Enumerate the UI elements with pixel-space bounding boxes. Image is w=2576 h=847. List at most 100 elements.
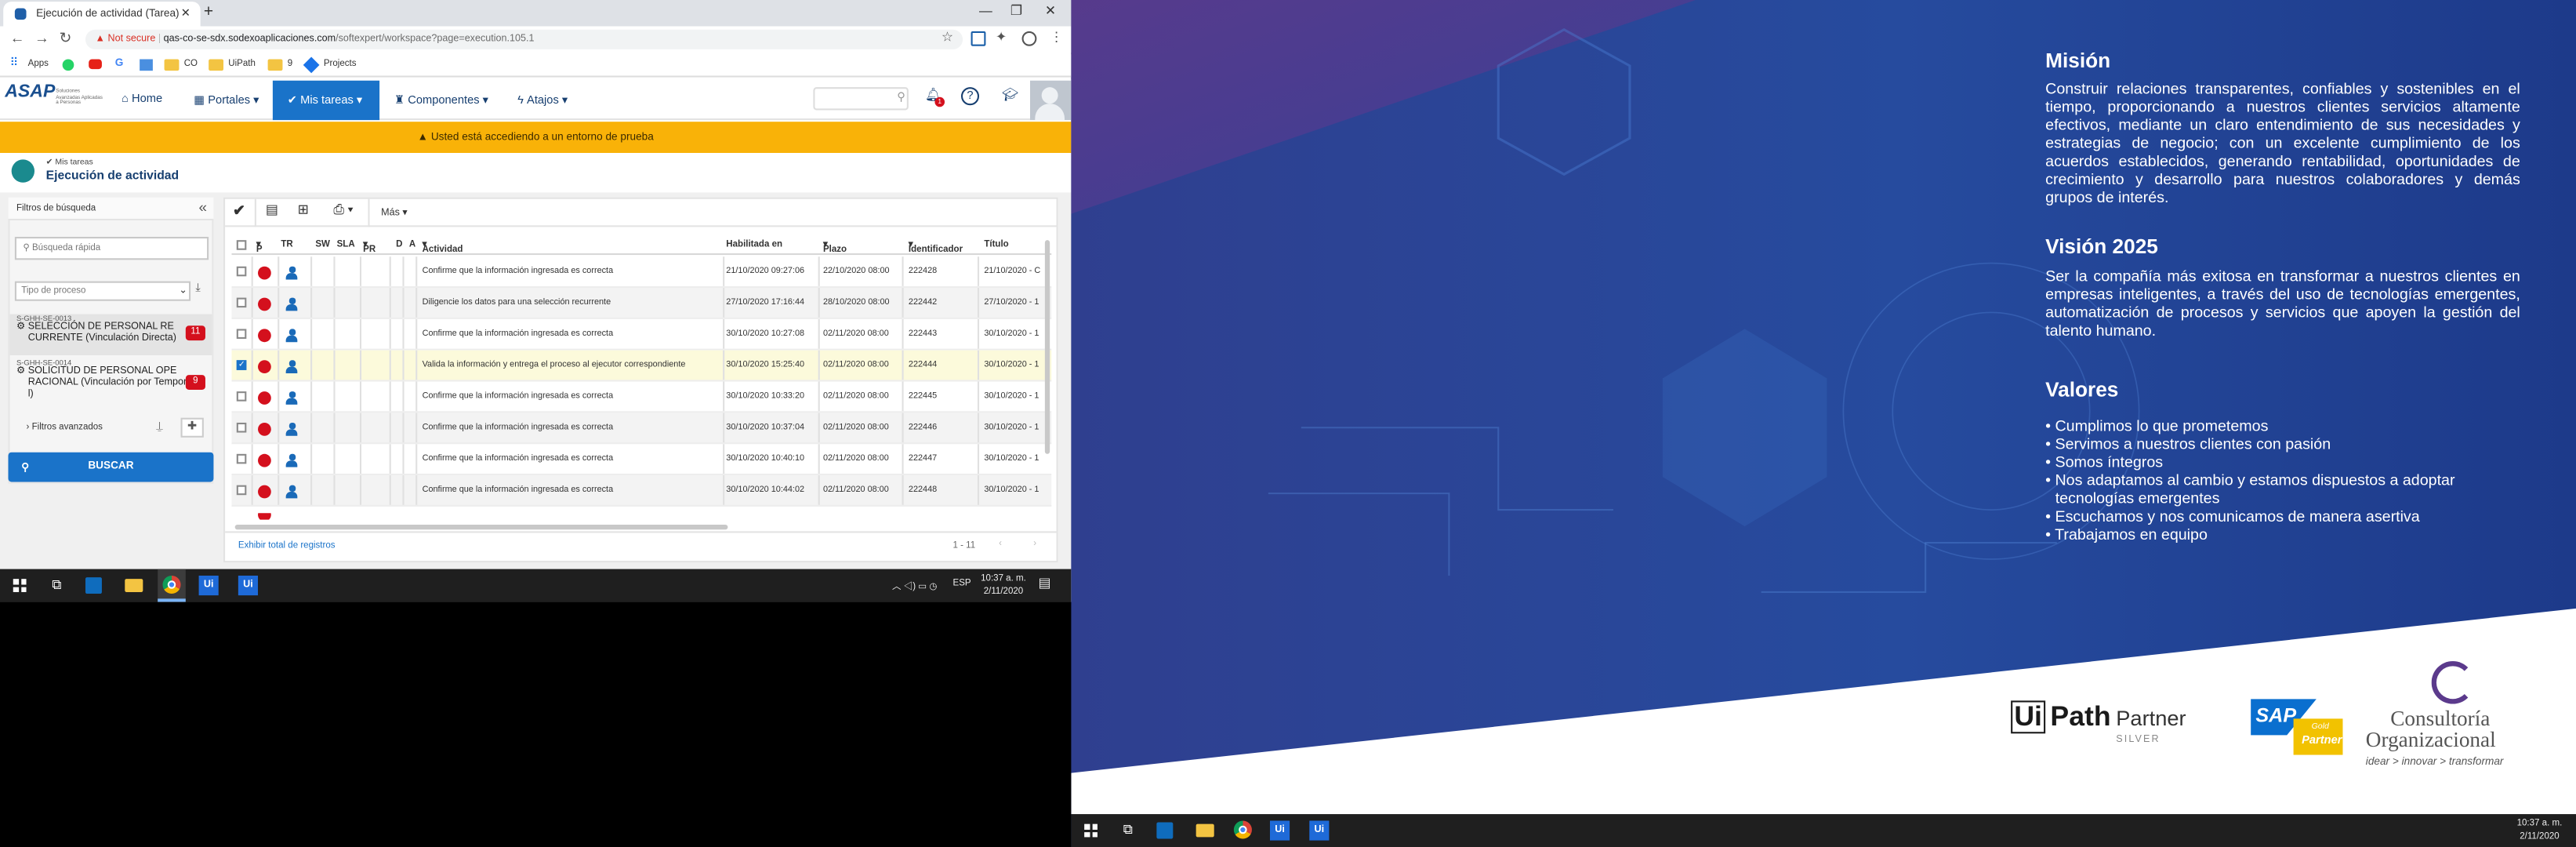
row-checkbox[interactable] [236,329,247,340]
row-checkbox[interactable] [236,453,247,464]
col-p[interactable]: P ▾ [256,240,263,255]
table-row[interactable]: Confirme que la información ingresada es… [231,475,1052,507]
extensions-puzzle-icon[interactable]: ✦ [996,30,1007,45]
vertical-scrollbar[interactable] [1044,240,1050,454]
bookmark-co[interactable]: CO [184,59,198,69]
row-checkbox[interactable] [236,485,247,496]
uipath-studio-icon[interactable]: Ui [195,569,223,602]
bookmark-projects[interactable]: Projects [324,59,357,69]
user-avatar[interactable] [1030,80,1072,121]
outlook-icon[interactable] [1152,814,1180,847]
menu-componentes[interactable]: ♜ Componentes ▾ [384,81,503,120]
close-tab-icon[interactable]: ✕ [181,6,190,20]
table-row[interactable]: Confirme que la información ingresada es… [231,318,1052,351]
bookmark-uipath[interactable]: UiPath [228,59,256,69]
outlook-icon[interactable] [81,569,109,602]
row-checkbox[interactable] [236,266,247,277]
menu-home[interactable]: ⌂ Home [108,81,177,120]
row-checkbox[interactable] [236,297,247,308]
bookmark-9[interactable]: 9 [288,59,292,69]
row-checkbox[interactable]: ✓ [236,360,247,370]
browser-menu-icon[interactable]: ⋮ [1050,30,1063,45]
back-icon[interactable]: ← [10,30,25,46]
forward-icon[interactable]: → [34,30,49,46]
new-tab-button[interactable]: + [204,3,213,21]
pin-icon[interactable]: ⍊ [156,421,163,434]
windows-start-icon[interactable] [1078,814,1106,847]
asap-logo[interactable]: ASAP Soluciones Avanzadas Aplicadas a Pe… [5,82,103,115]
view-document-icon[interactable]: ▤ [261,202,282,224]
table-row[interactable]: Confirme que la información ingresada es… [231,444,1052,476]
row-checkbox[interactable] [236,422,247,433]
profile-icon[interactable] [1021,31,1037,46]
buscar-button[interactable]: ⚲ BUSCAR [8,452,214,482]
menu-mis-tareas[interactable]: ✔ Mis tareas ▾ [272,80,380,121]
bookmark-star-icon[interactable]: ☆ [942,30,953,45]
translate-icon[interactable] [140,59,153,71]
col-plazo[interactable]: Plazo ▾ [823,240,847,255]
collapse-panel-icon[interactable]: « [199,199,208,216]
col-d[interactable]: D [396,240,402,250]
breadcrumb-parent[interactable]: ✔ Mis tareas [46,158,93,168]
clock[interactable]: 10:37 a. m. 2/11/2020 [2517,817,2563,844]
whatsapp-icon[interactable] [62,59,74,71]
close-window-icon[interactable]: ✕ [1045,3,1056,18]
select-all-checkbox[interactable] [236,240,247,250]
table-row[interactable]: Confirme que la información ingresada es… [231,256,1052,288]
action-center-icon[interactable]: ▤ [1038,576,1050,591]
process-type-select[interactable]: Tipo de proceso ⌄ [14,281,191,301]
uipath-robot-icon[interactable]: Ui [235,569,263,602]
notifications-bell-icon[interactable]: 🔔︎ 1 [922,87,945,110]
prev-page-icon[interactable]: ‹ [999,540,1002,550]
reload-icon[interactable]: ↻ [59,30,71,48]
task-view-icon[interactable]: ⧉ [1114,814,1142,847]
next-page-icon[interactable]: › [1033,540,1036,550]
col-sw[interactable]: SW [315,240,330,250]
header-search-input[interactable]: ⚲ [813,87,909,111]
restore-icon[interactable]: ❐ [1010,3,1022,18]
more-menu[interactable]: Más ▾ [375,202,414,224]
col-habilitada[interactable]: Habilitada en [726,240,782,250]
browser-tab[interactable]: Ejecución de actividad (Tarea) ✕ [3,2,201,27]
file-explorer-icon[interactable] [1191,814,1219,847]
horizontal-scrollbar[interactable] [234,524,728,530]
bookmark-apps[interactable]: Apps [28,59,49,69]
uipath-robot-icon[interactable]: Ui [1306,814,1334,847]
graduation-cap-icon[interactable]: 🎓︎ [999,87,1021,110]
task-view-icon[interactable]: ⧉ [42,569,71,602]
filter-item-solicitud[interactable]: S-GHH-SE-0014 ⚙ SOLICITUD DE PERSONAL OP… [10,358,212,411]
add-filter-icon[interactable]: ✚ [180,417,204,438]
file-explorer-icon[interactable] [120,569,148,602]
col-actividad[interactable]: Actividad ▾ [423,240,463,255]
google-icon[interactable]: G [115,57,124,69]
download-icon[interactable]: ⤓ [195,283,201,296]
row-checkbox[interactable] [236,391,247,402]
print-icon[interactable]: ⎙ ▾ [325,202,361,224]
table-row[interactable]: Confirme que la información ingresada es… [231,381,1052,413]
tray-icons[interactable]: ︿ ◁) ▭ ◷ [892,579,937,592]
url-input[interactable]: ▲ Not secure | qas-co-se-sdx.sodexoaplic… [85,29,963,49]
youtube-icon[interactable] [89,59,102,70]
windows-start-icon[interactable] [6,569,34,602]
minimize-icon[interactable]: — [979,3,992,18]
col-sla[interactable]: SLA [337,240,355,250]
table-row[interactable]: Diligencie los datos para una selección … [231,287,1052,319]
table-row[interactable]: ✓ Valida la información y entrega el proc… [231,350,1052,382]
menu-atajos[interactable]: ϟ Atajos ▾ [508,81,590,120]
col-pr[interactable]: PR ▾ [363,240,376,255]
clock[interactable]: 10:37 a. m. 2/11/2020 [981,573,1026,599]
chrome-icon[interactable] [158,569,186,602]
hierarchy-icon[interactable]: ⊞ [292,202,314,224]
help-icon[interactable]: ? [960,87,980,106]
chrome-icon[interactable] [1229,814,1257,847]
uipath-studio-icon[interactable]: Ui [1267,814,1295,847]
table-row[interactable]: Confirme que la información ingresada es… [231,413,1052,445]
col-a[interactable]: A [409,240,415,250]
quick-search-input[interactable]: ⚲ Búsqueda rápida [14,236,209,260]
filter-item-seleccion[interactable]: S-GHH-SE-0013 ⚙ SELECCIÓN DE PERSONAL RE… [9,314,212,355]
execute-check-button[interactable]: ✔ [227,202,251,224]
menu-portales[interactable]: ▦ Portales ▾ [183,81,270,120]
col-titulo[interactable]: Título [984,240,1008,250]
extension-icon[interactable] [971,31,986,46]
show-total-records-link[interactable]: Exhibir total de registros [238,541,336,551]
